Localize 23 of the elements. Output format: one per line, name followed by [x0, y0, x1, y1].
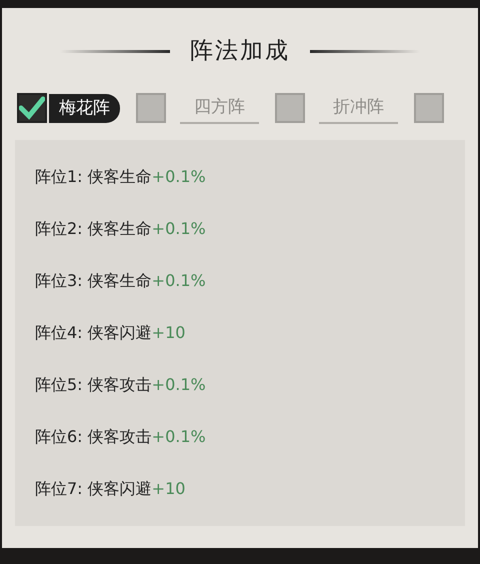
bonus-label: 阵位5: 侠客攻击	[35, 374, 152, 396]
panel-title: 阵法加成	[190, 37, 290, 66]
bonus-value: +0.1%	[152, 426, 206, 448]
formation-tab[interactable]: 梅花阵	[49, 94, 120, 123]
bonus-value: +0.1%	[152, 166, 206, 188]
bonus-value: +0.1%	[152, 218, 206, 240]
checkbox[interactable]	[136, 93, 166, 124]
bonus-value: +10	[152, 478, 186, 500]
bonus-label: 阵位1: 侠客生命	[35, 166, 152, 188]
checkbox[interactable]	[275, 93, 305, 124]
checkbox[interactable]	[414, 93, 444, 124]
bonus-label: 阵位2: 侠客生命	[35, 218, 152, 240]
bonus-value: +10	[152, 322, 186, 344]
checkmark-icon	[19, 96, 45, 120]
bonus-label: 阵位6: 侠客攻击	[35, 426, 152, 448]
formation-tab[interactable]: 四方阵	[180, 92, 259, 124]
checkbox[interactable]	[17, 93, 47, 124]
bonus-value: +0.1%	[152, 270, 206, 292]
bonus-label: 阵位4: 侠客闪避	[35, 322, 152, 344]
formation-tab[interactable]: 折冲阵	[319, 92, 398, 124]
bonus-label: 阵位7: 侠客闪避	[35, 478, 152, 500]
bonus-label: 阵位3: 侠客生命	[35, 270, 152, 292]
bonus-value: +0.1%	[152, 374, 206, 396]
